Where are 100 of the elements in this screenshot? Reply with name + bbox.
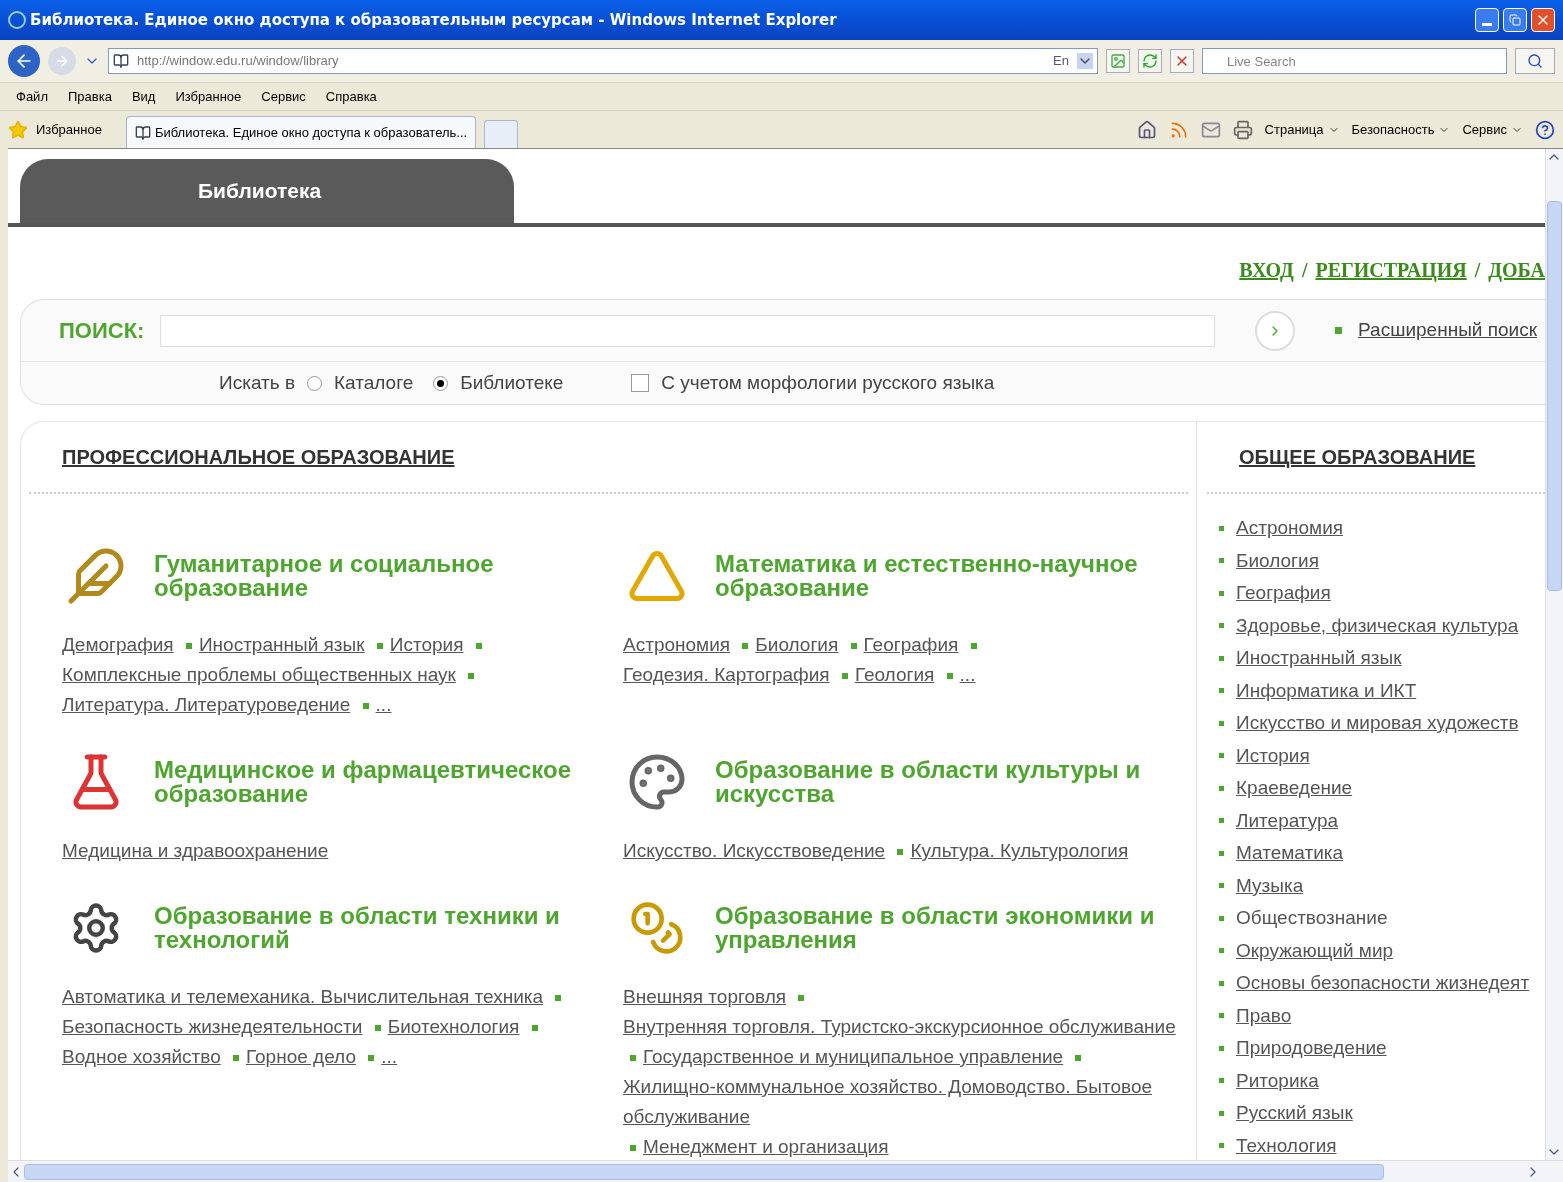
auth-link[interactable]: РЕГИСТРАЦИЯ [1315, 255, 1467, 285]
bullet-icon [970, 643, 977, 649]
vertical-scrollbar[interactable] [1545, 149, 1563, 1160]
command-menu[interactable]: Страница [1264, 119, 1324, 140]
help-icon[interactable] [1535, 119, 1555, 140]
radio-label[interactable]: Библиотеке [460, 368, 564, 398]
subject-link[interactable]: Иностранный язык [1236, 644, 1402, 673]
subject-label[interactable]: Обществознание [1236, 904, 1388, 933]
subject-link[interactable]: Водное хозяйство [62, 1042, 221, 1072]
address-field[interactable]: http://window.edu.ru/window/library En [108, 48, 1098, 74]
subject-link[interactable]: Геология [854, 660, 935, 690]
scrollbar-thumb[interactable] [24, 1163, 1384, 1180]
subject-link[interactable]: Внешняя торговля [623, 982, 787, 1012]
bullet-icon [1219, 818, 1224, 824]
subject-link[interactable]: Искусство. Искусствоведение [623, 836, 886, 866]
subject-link[interactable]: Иностранный язык [198, 630, 365, 660]
subject-link[interactable]: История [1236, 741, 1310, 770]
subject-link[interactable]: Искусство и мировая художеств [1236, 709, 1519, 738]
menu-item[interactable]: Файл [16, 86, 48, 107]
subject-link[interactable]: Безопасность жизнедеятельности [62, 1012, 363, 1042]
home-icon[interactable] [1136, 119, 1157, 140]
minimize-button[interactable] [1475, 8, 1499, 32]
bullet-icon [475, 643, 482, 649]
horizontal-scrollbar[interactable] [8, 1160, 1563, 1182]
menu-item[interactable]: Справка [325, 86, 377, 107]
advanced-search-link[interactable]: Расширенный поиск [1358, 316, 1545, 345]
subject-link[interactable]: Биология [1236, 546, 1319, 575]
star-icon[interactable] [8, 119, 28, 140]
refresh-button[interactable] [1138, 49, 1162, 73]
favorites-button[interactable]: Избранное [36, 119, 102, 140]
subject-link[interactable]: Государственное и муниципальное управление [643, 1042, 1064, 1072]
subject-link[interactable]: Технология [1236, 1131, 1337, 1160]
search-button[interactable] [1515, 48, 1555, 74]
subject-link[interactable]: Краеведение [1236, 774, 1353, 803]
subject-link[interactable]: Музыка [1236, 871, 1304, 900]
subject-link[interactable]: Автоматика и телемеханика. Вычислительная техника [62, 982, 544, 1012]
subject-link[interactable]: Природоведение [1236, 1034, 1387, 1063]
menu-item[interactable]: Сервис [261, 86, 306, 107]
caret-icon[interactable] [1077, 53, 1093, 69]
scrollbar-thumb[interactable] [1547, 201, 1562, 591]
print-icon[interactable] [1232, 119, 1253, 140]
subject-link[interactable]: Литература [1236, 806, 1339, 835]
subject-link[interactable]: Право [1236, 1001, 1292, 1030]
subject-link[interactable]: Менеджмент и организация [643, 1132, 889, 1160]
subject-link[interactable]: Астрономия [1236, 514, 1344, 543]
browser-tab[interactable]: Библиотека. Единое окно доступа к образователь... [125, 116, 477, 148]
subject-link[interactable]: Здоровье, физическая культура [1236, 611, 1519, 640]
subject-link[interactable]: Биотехнология [387, 1012, 520, 1042]
subject-link[interactable]: Русский язык [1236, 1099, 1353, 1128]
subject-link[interactable]: Риторика [1236, 1066, 1319, 1095]
restore-button[interactable] [1503, 8, 1527, 32]
subject-link[interactable]: Биология [755, 630, 839, 660]
subject-link[interactable]: Информатика и ИКТ [1236, 676, 1417, 705]
window-title: Библиотека. Единое окно доступа к образовательным ресурсам - Windows Internet Explorer [30, 9, 838, 31]
command-menu[interactable]: Сервис [1462, 119, 1507, 140]
subject-link[interactable]: Окружающий мир [1236, 936, 1394, 965]
subject-link[interactable]: Жилищно-коммунальное хозяйство. Домоводство. Бытовое обслуживание [623, 1072, 1176, 1132]
subject-link[interactable]: Медицина и здравоохранение [62, 836, 329, 866]
menu-item[interactable]: Вид [131, 86, 156, 107]
bullet-icon [1219, 785, 1224, 791]
command-menu[interactable]: Безопасность [1351, 119, 1435, 140]
subject-link[interactable]: ... [959, 660, 976, 690]
search-input[interactable] [160, 314, 1216, 347]
subject-link[interactable]: Основы безопасности жизнедеят [1236, 969, 1530, 998]
subject-link[interactable]: География [1236, 579, 1331, 608]
subject-link[interactable]: Горное дело [246, 1042, 356, 1072]
subject-link[interactable]: Культура. Культурология [910, 836, 1129, 866]
subject-link[interactable]: ... [375, 690, 392, 720]
checkbox[interactable] [631, 374, 650, 392]
menu-item[interactable]: Избранное [175, 86, 242, 107]
close-button[interactable] [1531, 8, 1555, 32]
checkbox-label[interactable]: С учетом морфологии русского языка [661, 368, 995, 398]
subject-link[interactable]: История [389, 630, 464, 660]
radio-button[interactable] [433, 375, 449, 391]
section-tab[interactable]: Библиотека [20, 159, 514, 223]
subject-link[interactable]: Комплексные проблемы общественных наук [62, 660, 456, 690]
stop-button[interactable] [1170, 49, 1194, 73]
bullet-icon [1219, 948, 1224, 954]
auth-link[interactable]: ВХОД [1239, 255, 1294, 285]
new-tab-button[interactable] [484, 120, 519, 148]
subject-link[interactable]: Математика [1236, 839, 1344, 868]
tab-label[interactable]: Библиотека. Единое окно доступа к образователь... [154, 122, 468, 143]
bullet-icon [742, 643, 749, 649]
radio-label[interactable]: Каталоге [334, 368, 414, 398]
subject-link[interactable]: География [863, 630, 959, 660]
radio-button[interactable] [307, 375, 322, 391]
subject-link[interactable]: Демография [62, 630, 174, 660]
back-button[interactable] [8, 45, 40, 77]
subject-link[interactable]: ... [381, 1042, 398, 1072]
bullet-icon [1219, 980, 1224, 986]
compatibility-button[interactable] [1106, 49, 1130, 73]
auth-link[interactable]: ДОБА [1488, 255, 1545, 285]
search-scope-label: Искать в [219, 370, 295, 395]
bullet-icon [1335, 327, 1343, 334]
menu-item[interactable]: Правка [67, 86, 112, 107]
subject-link[interactable]: Геодезия. Картография [623, 660, 830, 690]
subject-link[interactable]: Литература. Литературоведение [62, 690, 351, 720]
search-field[interactable]: Live Search [1202, 48, 1507, 74]
subject-link[interactable]: Внутренняя торговля. Туристско-экскурсионное обслуживание [623, 1012, 1176, 1042]
subject-link[interactable]: Астрономия [623, 630, 731, 660]
